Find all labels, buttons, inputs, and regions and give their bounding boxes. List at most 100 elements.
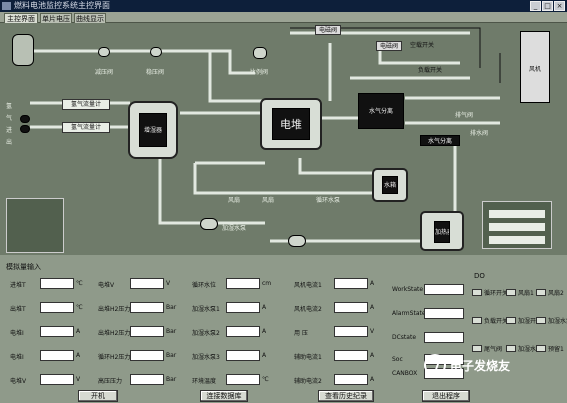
field-input[interactable] (130, 326, 164, 337)
status-label-workstate: WorkState (392, 286, 424, 293)
field-input[interactable] (226, 278, 260, 289)
field-label: 加湿水泵3 (192, 354, 220, 361)
field-input[interactable] (226, 350, 260, 361)
power-on-button[interactable]: 开机 (78, 390, 118, 402)
do-label: 加湿水泵 (548, 318, 567, 325)
field-unit: V (166, 280, 171, 287)
field-input[interactable] (40, 350, 74, 361)
exit-button[interactable]: 退出程序 (422, 390, 470, 402)
maximize-button[interactable]: □ (542, 1, 553, 11)
hydrogen-tank (12, 34, 34, 66)
load-switch-label: 负载开关 (418, 67, 443, 74)
watermark: 电子发烧友 (424, 352, 564, 378)
field-input[interactable] (130, 374, 164, 385)
do-item[interactable]: 循环开关 (472, 288, 508, 297)
field-input[interactable] (40, 302, 74, 313)
status-label-alarmstate: AlarmState (392, 310, 426, 317)
pump-label: 循环水泵 (316, 197, 341, 204)
app-icon (2, 2, 11, 10)
pump-icon-2[interactable] (288, 235, 306, 247)
regulator-valve-icon[interactable] (150, 47, 162, 57)
field-label: 进堆T (10, 282, 26, 289)
view-history-button[interactable]: 查看历史纪录 (318, 390, 374, 402)
field-label: 出堆H2压力 (98, 306, 131, 313)
water-tank: 水箱 (372, 168, 408, 202)
field-input[interactable] (40, 278, 74, 289)
field-input[interactable] (334, 326, 368, 337)
gas-in-3: 进 (6, 127, 13, 134)
valve-label-1: 减压阀 (95, 69, 114, 76)
do-led (536, 345, 546, 352)
field-unit: A (370, 280, 375, 287)
field-input[interactable] (334, 350, 368, 361)
humidify-pump-label: 加湿水泵 (222, 225, 247, 232)
do-item[interactable]: 负载开关 (472, 316, 508, 325)
solenoid-1: 电磁阀 (315, 25, 341, 35)
water-gas-separator-2: 水气分离 (420, 135, 460, 146)
field-label: 循环水位 (192, 282, 217, 289)
close-button[interactable]: × (554, 1, 565, 11)
do-led (536, 289, 546, 296)
inlet-plug-1 (20, 115, 30, 123)
field-unit: Bar (166, 304, 177, 311)
fan-label-1: 风扇 (228, 197, 241, 204)
status-display-row-2 (489, 223, 545, 231)
pump-icon-1[interactable] (200, 218, 218, 230)
field-unit: ℃ (76, 304, 83, 311)
gas-in-2: 气 (6, 115, 13, 122)
field-input[interactable] (226, 374, 260, 385)
field-input[interactable] (226, 326, 260, 337)
field-label: 辅助电流1 (294, 354, 322, 361)
field-input[interactable] (334, 374, 368, 385)
analog-input-panel: 模拟量输入 进堆T ℃ 出堆T ℃ 电堆I A 电堆I A 电堆V V 电堆V … (0, 258, 567, 403)
field-input[interactable] (130, 350, 164, 361)
do-led (472, 317, 482, 324)
do-item[interactable]: 风扇2 (536, 288, 564, 297)
do-led (472, 289, 482, 296)
status-input-workstate[interactable] (424, 284, 464, 295)
do-group-title: DO (474, 272, 485, 280)
do-led (506, 289, 516, 296)
connect-db-button[interactable]: 连接数据库 (200, 390, 248, 402)
no-load-switch-label: 空载开关 (410, 42, 435, 49)
tab-bar: 主控界面 单片电压 曲线显示 (0, 12, 567, 23)
field-input[interactable] (334, 302, 368, 313)
do-label: 负载开关 (484, 318, 509, 325)
fan-unit: 风机 (520, 31, 550, 103)
status-label-dcstate: DCstate (392, 334, 417, 341)
field-unit: Bar (166, 352, 177, 359)
valve-label-2: 稳压阀 (146, 69, 165, 76)
field-input[interactable] (40, 326, 74, 337)
field-label: 电堆I (10, 330, 24, 337)
field-input[interactable] (130, 278, 164, 289)
field-input[interactable] (226, 302, 260, 313)
field-label: 风机电流1 (294, 282, 322, 289)
process-diagram: 减压阀 稳压阀 比例阀 氢 气 进 出 氢气流量计 氢气流量计 增湿器 电堆 电… (0, 23, 567, 255)
pressure-valve-icon[interactable] (98, 47, 110, 57)
window-controls: _ □ × (530, 1, 565, 11)
field-input[interactable] (40, 374, 74, 385)
watermark-text: 电子发烧友 (450, 358, 511, 373)
tab-cell-voltage[interactable]: 单片电压 (40, 13, 72, 23)
field-input[interactable] (130, 302, 164, 313)
field-unit: A (76, 352, 81, 359)
tab-curves[interactable]: 曲线显示 (74, 13, 106, 23)
gas-in-1: 氢 (6, 103, 13, 110)
status-input-alarmstate[interactable] (424, 308, 464, 319)
fan-label-2: 风扇 (262, 197, 275, 204)
field-unit: A (370, 376, 375, 383)
tab-main[interactable]: 主控界面 (4, 13, 38, 23)
field-input[interactable] (334, 278, 368, 289)
solenoid-2: 电磁阀 (376, 41, 402, 51)
proportional-valve-icon[interactable] (253, 47, 267, 59)
field-label: 出堆T (10, 306, 26, 313)
do-item[interactable]: 加湿水泵 (536, 316, 567, 325)
do-item[interactable]: 风扇1 (506, 288, 534, 297)
status-display-row-1 (489, 210, 545, 218)
field-label: 用 压 (294, 330, 308, 337)
status-input-dcstate[interactable] (424, 332, 464, 343)
do-label: 风扇2 (548, 290, 564, 297)
heater-label: 加热器 (434, 221, 450, 243)
minimize-button[interactable]: _ (530, 1, 541, 11)
field-label: 电堆V (10, 378, 27, 385)
